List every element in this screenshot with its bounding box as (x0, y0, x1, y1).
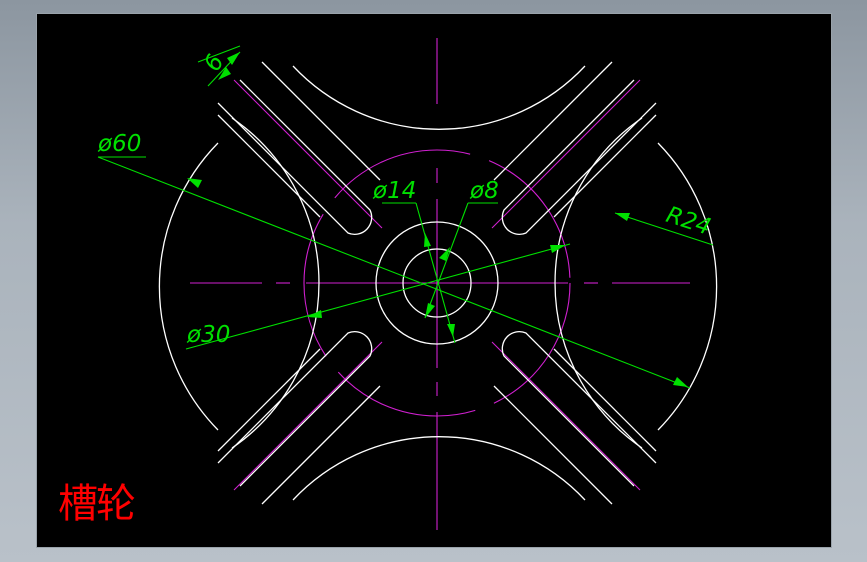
center-lines (190, 38, 690, 530)
outer-diameter-label: ø60 (97, 131, 141, 157)
bolt-circle-label: ø30 (186, 322, 230, 348)
geneva-wheel-drawing: 6 ø60 ø14 ø8 R24 ø30 (97, 38, 718, 530)
bore-diameter-label: ø8 (469, 178, 499, 204)
arc-radius-label: R24 (663, 202, 714, 241)
hub-diameter-label: ø14 (372, 178, 416, 204)
drawing-title: 槽轮 (58, 481, 136, 527)
